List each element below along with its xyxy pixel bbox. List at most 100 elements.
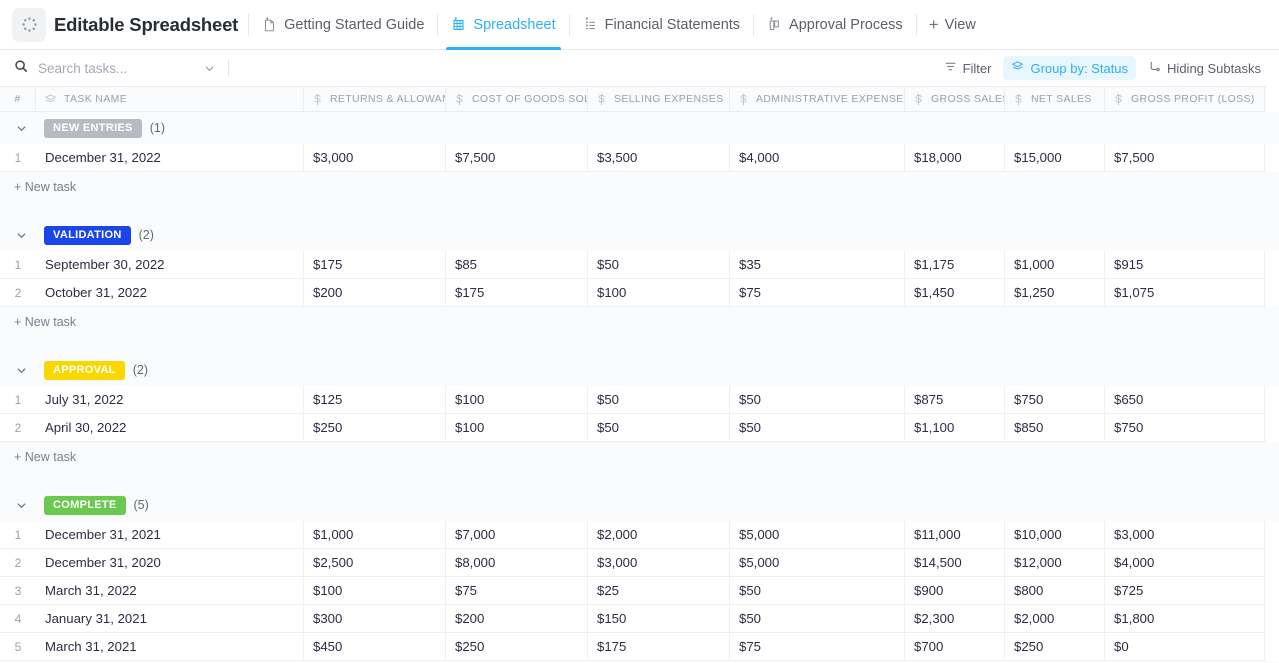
cell-returns[interactable]: $175	[304, 251, 446, 278]
table-row[interactable]: 1September 30, 2022$175$85$50$35$1,175$1…	[0, 251, 1266, 279]
column-header-cogs[interactable]: COST OF GOODS SOLD	[446, 87, 588, 111]
group-by-button[interactable]: Group by: Status	[1003, 56, 1136, 80]
cell-gross[interactable]: $1,450	[905, 279, 1005, 306]
cell-gross[interactable]: $11,000	[905, 521, 1005, 548]
cell-cogs[interactable]: $100	[446, 386, 588, 413]
cell-cogs[interactable]: $175	[446, 279, 588, 306]
table-row[interactable]: 1December 31, 2021$1,000$7,000$2,000$5,0…	[0, 521, 1266, 549]
cell-gross[interactable]: $875	[905, 386, 1005, 413]
cell-cogs[interactable]: $7,000	[446, 521, 588, 548]
cell-profit[interactable]: $4,000	[1105, 549, 1265, 576]
cell-net[interactable]: $800	[1005, 577, 1105, 604]
table-row[interactable]: 3March 31, 2022$100$75$25$50$900$800$725	[0, 577, 1266, 605]
cell-admin[interactable]: $75	[730, 633, 905, 660]
cell-profit[interactable]: $915	[1105, 251, 1265, 278]
table-row[interactable]: 2April 30, 2022$250$100$50$50$1,100$850$…	[0, 414, 1266, 442]
table-row[interactable]: 2October 31, 2022$200$175$100$75$1,450$1…	[0, 279, 1266, 307]
tab-getting-started-guide[interactable]: Getting Started Guide	[249, 0, 437, 50]
cell-name[interactable]: September 30, 2022	[36, 251, 304, 278]
cell-profit[interactable]: $1,800	[1105, 605, 1265, 632]
cell-returns[interactable]: $2,500	[304, 549, 446, 576]
search-input[interactable]	[36, 60, 166, 77]
cell-net[interactable]: $15,000	[1005, 144, 1105, 171]
cell-cogs[interactable]: $7,500	[446, 144, 588, 171]
column-header-selling[interactable]: SELLING EXPENSES	[588, 87, 730, 111]
cell-net[interactable]: $750	[1005, 386, 1105, 413]
cell-returns[interactable]: $300	[304, 605, 446, 632]
tab-financial-statements[interactable]: Financial Statements	[570, 0, 753, 50]
cell-returns[interactable]: $100	[304, 577, 446, 604]
cell-name[interactable]: March 31, 2021	[36, 633, 304, 660]
collapse-group-icon[interactable]	[12, 119, 30, 137]
cell-returns[interactable]: $200	[304, 279, 446, 306]
cell-profit[interactable]: $650	[1105, 386, 1265, 413]
filter-button[interactable]: Filter	[936, 56, 1000, 80]
cell-idx[interactable]: 1	[0, 386, 36, 413]
cell-selling[interactable]: $175	[588, 633, 730, 660]
add-view-button[interactable]: + View	[917, 0, 988, 50]
cell-gross[interactable]: $2,300	[905, 605, 1005, 632]
cell-cogs[interactable]: $100	[446, 414, 588, 441]
cell-name[interactable]: July 31, 2022	[36, 386, 304, 413]
cell-cogs[interactable]: $250	[446, 633, 588, 660]
cell-selling[interactable]: $50	[588, 386, 730, 413]
status-badge[interactable]: COMPLETE	[44, 496, 126, 515]
cell-net[interactable]: $12,000	[1005, 549, 1105, 576]
chevron-down-icon[interactable]	[203, 62, 216, 75]
cell-profit[interactable]: $1,075	[1105, 279, 1265, 306]
new-task-button[interactable]: + New task	[0, 172, 1279, 201]
cell-gross[interactable]: $14,500	[905, 549, 1005, 576]
cell-returns[interactable]: $3,000	[304, 144, 446, 171]
cell-admin[interactable]: $5,000	[730, 549, 905, 576]
cell-cogs[interactable]: $200	[446, 605, 588, 632]
cell-name[interactable]: December 31, 2020	[36, 549, 304, 576]
table-row[interactable]: 1July 31, 2022$125$100$50$50$875$750$650	[0, 386, 1266, 414]
cell-name[interactable]: January 31, 2021	[36, 605, 304, 632]
cell-idx[interactable]: 3	[0, 577, 36, 604]
cell-admin[interactable]: $5,000	[730, 521, 905, 548]
cell-admin[interactable]: $50	[730, 386, 905, 413]
cell-cogs[interactable]: $75	[446, 577, 588, 604]
cell-name[interactable]: December 31, 2021	[36, 521, 304, 548]
cell-gross[interactable]: $1,100	[905, 414, 1005, 441]
cell-idx[interactable]: 1	[0, 144, 36, 171]
cell-returns[interactable]: $450	[304, 633, 446, 660]
cell-name[interactable]: April 30, 2022	[36, 414, 304, 441]
table-row[interactable]: 4January 31, 2021$300$200$150$50$2,300$2…	[0, 605, 1266, 633]
cell-cogs[interactable]: $8,000	[446, 549, 588, 576]
cell-cogs[interactable]: $85	[446, 251, 588, 278]
cell-profit[interactable]: $750	[1105, 414, 1265, 441]
cell-idx[interactable]: 2	[0, 414, 36, 441]
column-header-net[interactable]: NET SALES	[1005, 87, 1105, 111]
column-header-admin[interactable]: ADMINISTRATIVE EXPENSES	[730, 87, 905, 111]
cell-admin[interactable]: $35	[730, 251, 905, 278]
status-badge[interactable]: VALIDATION	[44, 226, 131, 245]
cell-idx[interactable]: 1	[0, 251, 36, 278]
cell-selling[interactable]: $25	[588, 577, 730, 604]
cell-selling[interactable]: $150	[588, 605, 730, 632]
column-header-returns[interactable]: RETURNS & ALLOWANCES	[304, 87, 446, 111]
collapse-group-icon[interactable]	[12, 226, 30, 244]
column-header-profit[interactable]: GROSS PROFIT (LOSS)	[1105, 87, 1265, 111]
cell-net[interactable]: $10,000	[1005, 521, 1105, 548]
collapse-group-icon[interactable]	[12, 496, 30, 514]
cell-net[interactable]: $2,000	[1005, 605, 1105, 632]
cell-name[interactable]: March 31, 2022	[36, 577, 304, 604]
status-badge[interactable]: NEW ENTRIES	[44, 119, 142, 138]
cell-net[interactable]: $250	[1005, 633, 1105, 660]
tab-spreadsheet[interactable]: Spreadsheet	[438, 0, 568, 50]
column-header-gross[interactable]: GROSS SALES	[905, 87, 1005, 111]
cell-admin[interactable]: $50	[730, 605, 905, 632]
cell-gross[interactable]: $700	[905, 633, 1005, 660]
column-header-name[interactable]: TASK NAME	[36, 87, 304, 111]
cell-admin[interactable]: $50	[730, 577, 905, 604]
cell-idx[interactable]: 5	[0, 633, 36, 660]
cell-selling[interactable]: $100	[588, 279, 730, 306]
cell-gross[interactable]: $1,175	[905, 251, 1005, 278]
cell-net[interactable]: $850	[1005, 414, 1105, 441]
cell-returns[interactable]: $1,000	[304, 521, 446, 548]
cell-net[interactable]: $1,250	[1005, 279, 1105, 306]
table-row[interactable]: 5March 31, 2021$450$250$175$75$700$250$0	[0, 633, 1266, 661]
table-row[interactable]: 1December 31, 2022$3,000$7,500$3,500$4,0…	[0, 144, 1266, 172]
new-task-button[interactable]: + New task	[0, 307, 1279, 336]
